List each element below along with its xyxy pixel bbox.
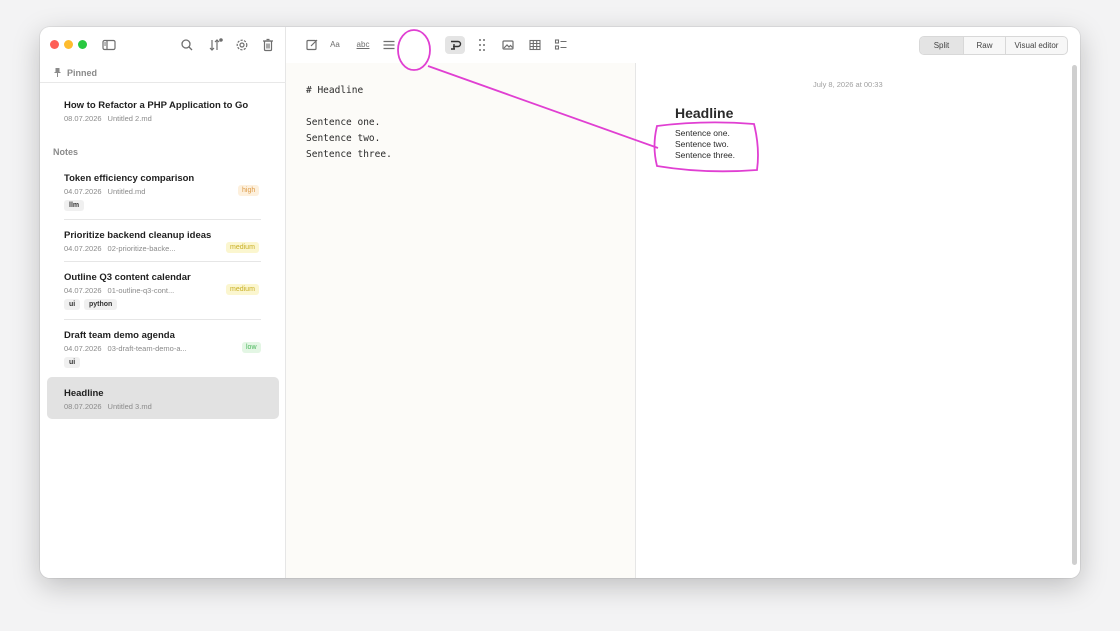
preview-paragraph: Sentence one. <box>675 128 730 138</box>
note-item[interactable]: Draft team demo agenda 04.07.2026 03-draf… <box>47 320 279 372</box>
tag-chip[interactable]: python <box>84 299 118 310</box>
font-icon[interactable]: Aa <box>327 37 343 53</box>
view-split-button[interactable]: Split <box>920 37 964 54</box>
drag-handle-icon[interactable] <box>474 37 490 53</box>
note-title: Outline Q3 content calendar <box>64 272 191 283</box>
notes-section-header: Notes <box>53 147 79 157</box>
priority-badge: medium <box>226 242 259 253</box>
note-title: Draft team demo agenda <box>64 330 175 341</box>
app-window: Pinned How to Refactor a PHP Application… <box>40 27 1080 578</box>
note-meta: 08.07.2026 Untitled 3.md <box>64 402 152 411</box>
checklist-icon[interactable] <box>553 37 569 53</box>
sort-icon[interactable] <box>207 37 223 53</box>
list-icon[interactable] <box>381 37 397 53</box>
view-raw-button[interactable]: Raw <box>964 37 1006 54</box>
sidebar-toolbar <box>40 27 286 63</box>
tag-chip[interactable]: ui <box>64 357 81 368</box>
format-paragraph-icon[interactable] <box>445 36 465 54</box>
search-icon[interactable] <box>179 37 195 53</box>
pin-icon <box>54 68 61 77</box>
view-mode-switch: Split Raw Visual editor <box>919 36 1068 55</box>
note-item[interactable]: Outline Q3 content calendar 04.07.2026 01… <box>47 262 279 320</box>
tag-chip[interactable]: llm <box>64 200 85 211</box>
note-date: July 8, 2026 at 00:33 <box>813 80 883 89</box>
note-title: How to Refactor a PHP Application to Go <box>64 100 249 111</box>
pinned-section-header: Pinned <box>40 63 286 83</box>
note-title: Prioritize backend cleanup ideas <box>64 230 212 241</box>
pinned-label: Pinned <box>67 68 98 78</box>
markdown-preview: July 8, 2026 at 00:33 Headline Sentence … <box>636 63 1080 578</box>
preview-paragraph: Sentence three. <box>675 150 736 160</box>
table-icon[interactable] <box>527 37 543 53</box>
new-note-icon[interactable] <box>304 37 320 53</box>
editor-line: Sentence two. <box>306 133 381 144</box>
preview-heading: Headline <box>675 105 734 121</box>
pinned-note-item[interactable]: How to Refactor a PHP Application to Go … <box>47 89 279 133</box>
preview-scrollbar[interactable] <box>1072 65 1077 565</box>
settings-gear-icon[interactable] <box>234 37 250 53</box>
tag-chip[interactable]: ui <box>64 299 81 310</box>
note-meta: 04.07.2026 03-draft-team-demo-a... <box>64 344 187 353</box>
spellcheck-icon[interactable]: abc <box>353 37 373 53</box>
trash-icon[interactable] <box>260 37 276 53</box>
note-item-selected[interactable]: Headline 08.07.2026 Untitled 3.md <box>47 377 279 419</box>
note-meta: 04.07.2026 Untitled.md <box>64 187 146 196</box>
note-title: Token efficiency comparison <box>64 173 195 184</box>
note-item[interactable]: Prioritize backend cleanup ideas 04.07.2… <box>47 220 279 262</box>
image-icon[interactable] <box>500 37 516 53</box>
sidebar: Pinned How to Refactor a PHP Application… <box>40 27 286 578</box>
note-item[interactable]: Token efficiency comparison 04.07.2026 Un… <box>47 164 279 220</box>
priority-badge: medium <box>226 284 259 295</box>
note-meta: 04.07.2026 01-outline-q3-cont... <box>64 286 175 295</box>
editor-line: Sentence three. <box>306 149 392 160</box>
editor-line: # Headline <box>306 85 364 96</box>
note-meta: 04.07.2026 02-prioritize-backe... <box>64 244 176 253</box>
note-meta: 08.07.2026 Untitled 2.md <box>64 114 152 123</box>
toggle-sidebar-icon[interactable] <box>101 37 117 53</box>
editor-line: Sentence one. <box>306 117 381 128</box>
note-title: Headline <box>64 388 104 399</box>
priority-badge: high <box>238 185 260 196</box>
markdown-editor[interactable]: # Headline Sentence one. Sentence two. S… <box>286 63 636 578</box>
preview-paragraph: Sentence two. <box>675 139 729 149</box>
priority-badge: low <box>242 342 261 353</box>
view-visual-editor-button[interactable]: Visual editor <box>1006 37 1067 54</box>
